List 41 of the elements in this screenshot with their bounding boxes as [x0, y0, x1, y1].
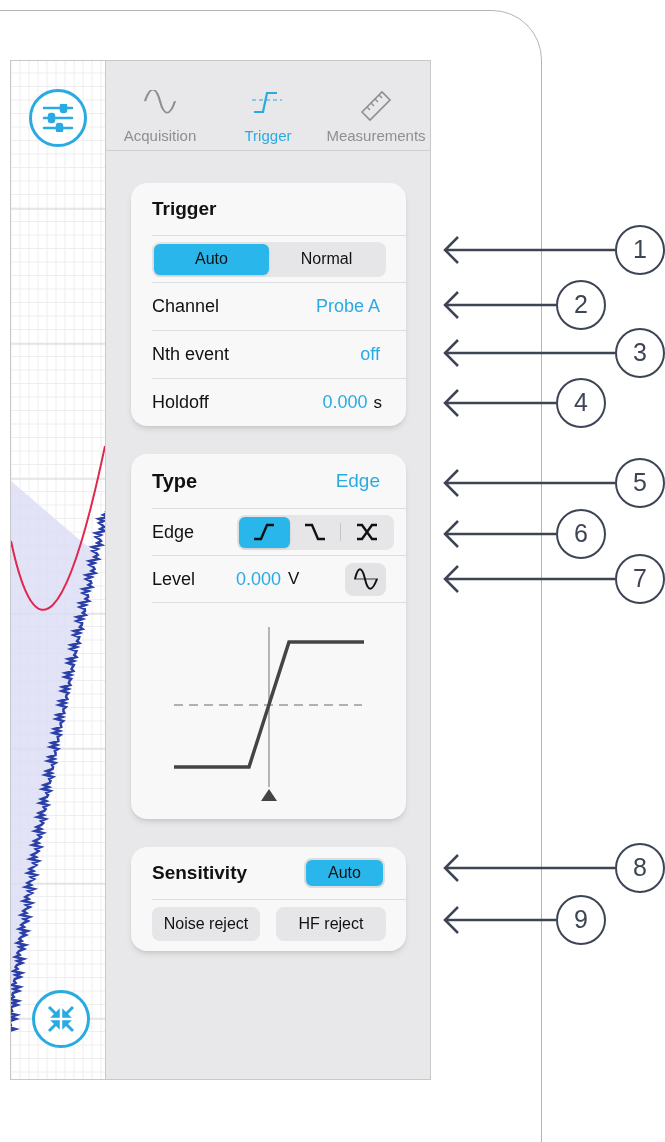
callout-number: 4 — [556, 378, 606, 428]
collapse-button[interactable] — [32, 990, 90, 1048]
row-label: Channel — [152, 295, 220, 318]
row-label: Holdoff — [152, 391, 209, 414]
callout-number: 5 — [615, 458, 665, 508]
falling-edge-icon — [302, 521, 328, 543]
sliders-icon — [42, 104, 74, 132]
callout-number: 2 — [556, 280, 606, 330]
ruler-icon — [358, 90, 394, 122]
settings-button[interactable] — [29, 89, 87, 147]
level-value[interactable]: 0.000 — [236, 565, 282, 593]
card-title: Sensitivity — [152, 860, 248, 885]
tab[interactable]: Acquisition — [106, 61, 214, 150]
callout-number: 8 — [615, 843, 665, 893]
mode-segment[interactable]: Auto — [154, 243, 269, 275]
callout-number: 9 — [556, 895, 606, 945]
collapse-arrows-icon — [46, 1004, 76, 1034]
row-value[interactable]: off — [360, 341, 380, 368]
callout-number: 3 — [615, 328, 665, 378]
callout-number: 6 — [556, 509, 606, 559]
unit-label: s — [373, 392, 382, 414]
row-label: Edge — [152, 520, 195, 544]
auto-toggle[interactable]: Auto — [304, 858, 385, 888]
row-label: Level — [152, 567, 197, 591]
filter-toggle[interactable]: Noise reject — [152, 907, 260, 941]
sine-wave-icon — [352, 568, 379, 590]
unit-label: V — [288, 568, 300, 591]
callout-number: 7 — [615, 554, 665, 604]
edge-option[interactable] — [239, 516, 290, 548]
tab[interactable]: Trigger — [214, 61, 322, 150]
row-label: Nth event — [152, 343, 230, 366]
row-value[interactable]: Probe A — [315, 293, 380, 320]
type-value[interactable]: Edge — [335, 466, 380, 496]
tab[interactable]: Measurements — [322, 61, 430, 150]
callout-number: 1 — [615, 225, 665, 275]
filter-toggle[interactable]: HF reject — [276, 907, 386, 941]
card-title: Trigger — [152, 196, 218, 221]
mode-segment[interactable]: Normal — [269, 243, 384, 275]
waveform-button[interactable] — [345, 562, 386, 596]
row-value[interactable]: 0.000 — [322, 389, 368, 416]
card-title: Type — [152, 469, 198, 494]
